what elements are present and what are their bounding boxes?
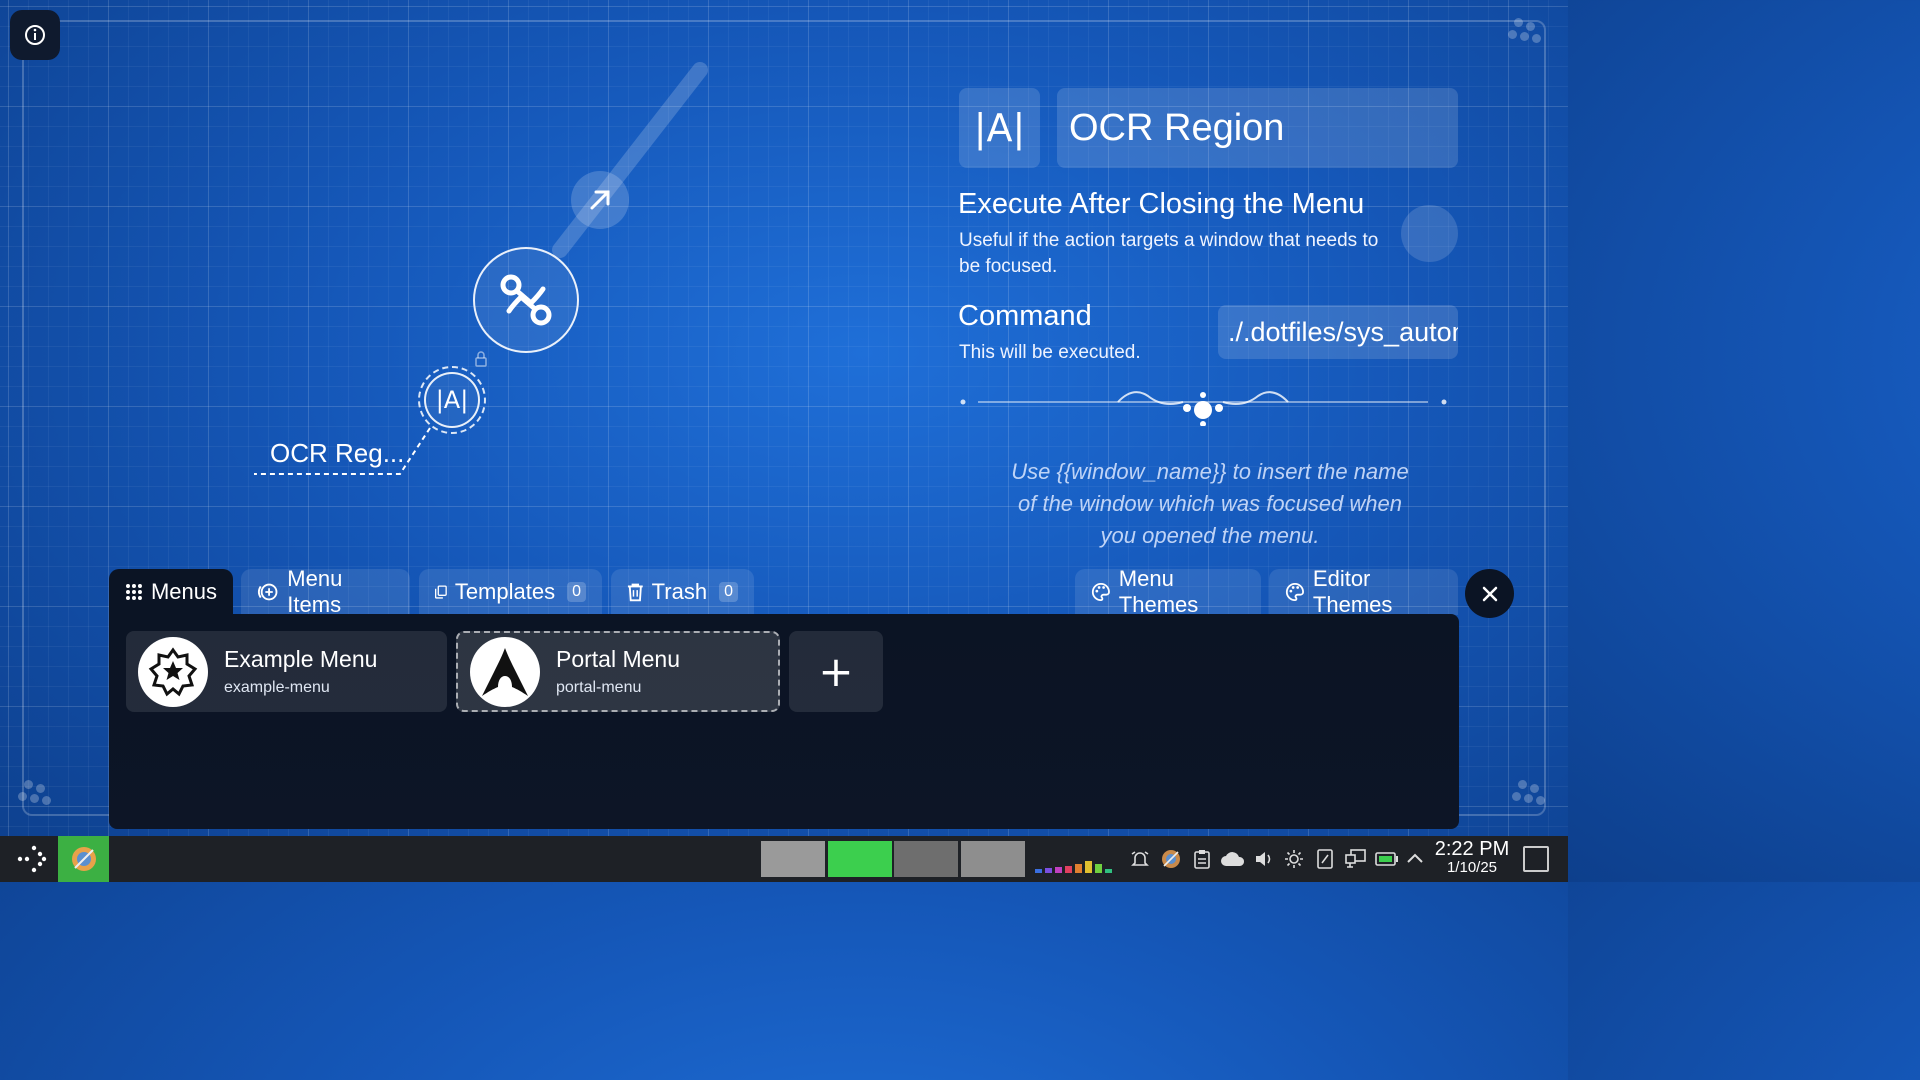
command-title: Command xyxy=(958,300,1092,332)
close-icon xyxy=(1482,586,1497,601)
trash-count-badge: 0 xyxy=(719,582,738,602)
grid-icon xyxy=(125,584,142,600)
item-name-field[interactable]: OCR Region xyxy=(1057,88,1458,168)
pager-desktop-1[interactable] xyxy=(761,841,825,877)
menu-card-name: Example Menu xyxy=(224,646,378,672)
execute-after-description: Useful if the action targets a window th… xyxy=(959,230,1379,277)
clock[interactable]: 2:22 PM 1/10/25 xyxy=(1432,838,1512,876)
tab-menu-themes-label: Menu Themes xyxy=(1118,566,1199,617)
parent-connector-line xyxy=(552,62,708,258)
execute-after-toggle[interactable] xyxy=(1401,205,1458,262)
tab-menu-items[interactable]: Menu Items xyxy=(241,566,410,617)
chevron-up-icon[interactable] xyxy=(1406,852,1424,864)
tab-editor-themes-label: Editor Themes xyxy=(1312,566,1393,617)
tab-templates-label: Templates xyxy=(454,579,556,604)
menu-card-portal[interactable]: Portal Menu portal-menu xyxy=(456,631,780,712)
taskbar: 2:22 PM 1/10/25 xyxy=(0,836,1568,882)
menu-card-example[interactable]: Example Menu example-menu xyxy=(126,631,447,712)
battery-icon[interactable] xyxy=(1375,851,1399,867)
command-input[interactable]: ./.dotfiles/sys_autom xyxy=(1218,305,1458,359)
disks-icon[interactable] xyxy=(1316,849,1334,869)
clipboard-icon[interactable] xyxy=(1193,849,1211,869)
command-description: This will be executed. xyxy=(959,342,1141,363)
menu-card-name: Portal Menu xyxy=(556,646,681,672)
window-name-hint: Use {{window_name}} to insert the name o… xyxy=(1011,459,1409,548)
clock-date: 1/10/25 xyxy=(1446,859,1498,876)
lock-icon[interactable] xyxy=(474,351,488,367)
tab-templates[interactable]: Templates 0 xyxy=(419,569,602,615)
tab-menus[interactable]: Menus xyxy=(109,569,233,615)
task-kando[interactable] xyxy=(58,836,109,882)
ornamental-divider xyxy=(960,391,1447,426)
show-desktop-button[interactable] xyxy=(1523,846,1549,872)
tab-trash[interactable]: Trash 0 xyxy=(611,569,754,615)
cloud-icon[interactable] xyxy=(1220,851,1246,867)
execute-after-title: Execute After Closing the Menu xyxy=(958,188,1365,220)
brightness-icon[interactable] xyxy=(1284,849,1304,869)
trash-icon xyxy=(627,583,643,602)
tab-menus-label: Menus xyxy=(150,579,217,604)
tab-menu-items-label: Menu Items xyxy=(287,566,343,617)
copy-icon xyxy=(435,585,447,599)
clock-time: 2:22 PM xyxy=(1434,838,1510,860)
center-node[interactable] xyxy=(473,247,579,353)
templates-count-badge: 0 xyxy=(567,582,586,602)
launcher-icon[interactable] xyxy=(14,844,48,874)
palette-icon xyxy=(1285,582,1305,602)
tab-editor-themes[interactable]: Editor Themes xyxy=(1269,566,1458,617)
star-gear-icon xyxy=(138,636,208,707)
notifications-icon[interactable] xyxy=(1131,850,1149,868)
parent-node-button[interactable] xyxy=(571,171,629,229)
info-button[interactable] xyxy=(10,10,60,60)
system-monitor-icon[interactable] xyxy=(1035,856,1113,874)
child-node-icon: |A| xyxy=(424,372,480,428)
close-button[interactable] xyxy=(1465,569,1514,618)
route-icon xyxy=(500,274,552,326)
menu-card-id: example-menu xyxy=(224,679,330,696)
pager-desktop-2[interactable] xyxy=(828,841,892,877)
kando-app-icon xyxy=(71,847,96,871)
network-icon[interactable] xyxy=(1345,849,1367,869)
child-node-ocr-region[interactable]: |A| xyxy=(418,366,486,434)
tab-trash-label: Trash xyxy=(651,579,708,604)
volume-icon[interactable] xyxy=(1254,849,1274,869)
tab-menu-themes[interactable]: Menu Themes xyxy=(1075,566,1261,617)
add-circle-icon xyxy=(257,583,278,601)
kando-tray-icon[interactable] xyxy=(1160,848,1182,870)
item-icon-picker[interactable]: |A| xyxy=(959,88,1040,168)
info-icon xyxy=(25,25,45,45)
arrow-up-right-icon xyxy=(590,190,610,210)
arch-linux-icon xyxy=(470,636,540,707)
add-menu-button[interactable]: + xyxy=(789,631,883,712)
palette-icon xyxy=(1091,583,1110,601)
pager-desktop-4[interactable] xyxy=(961,841,1025,877)
menu-card-id: portal-menu xyxy=(556,679,642,696)
pager-desktop-3[interactable] xyxy=(894,841,958,877)
child-node-label: OCR Reg... xyxy=(270,438,405,468)
